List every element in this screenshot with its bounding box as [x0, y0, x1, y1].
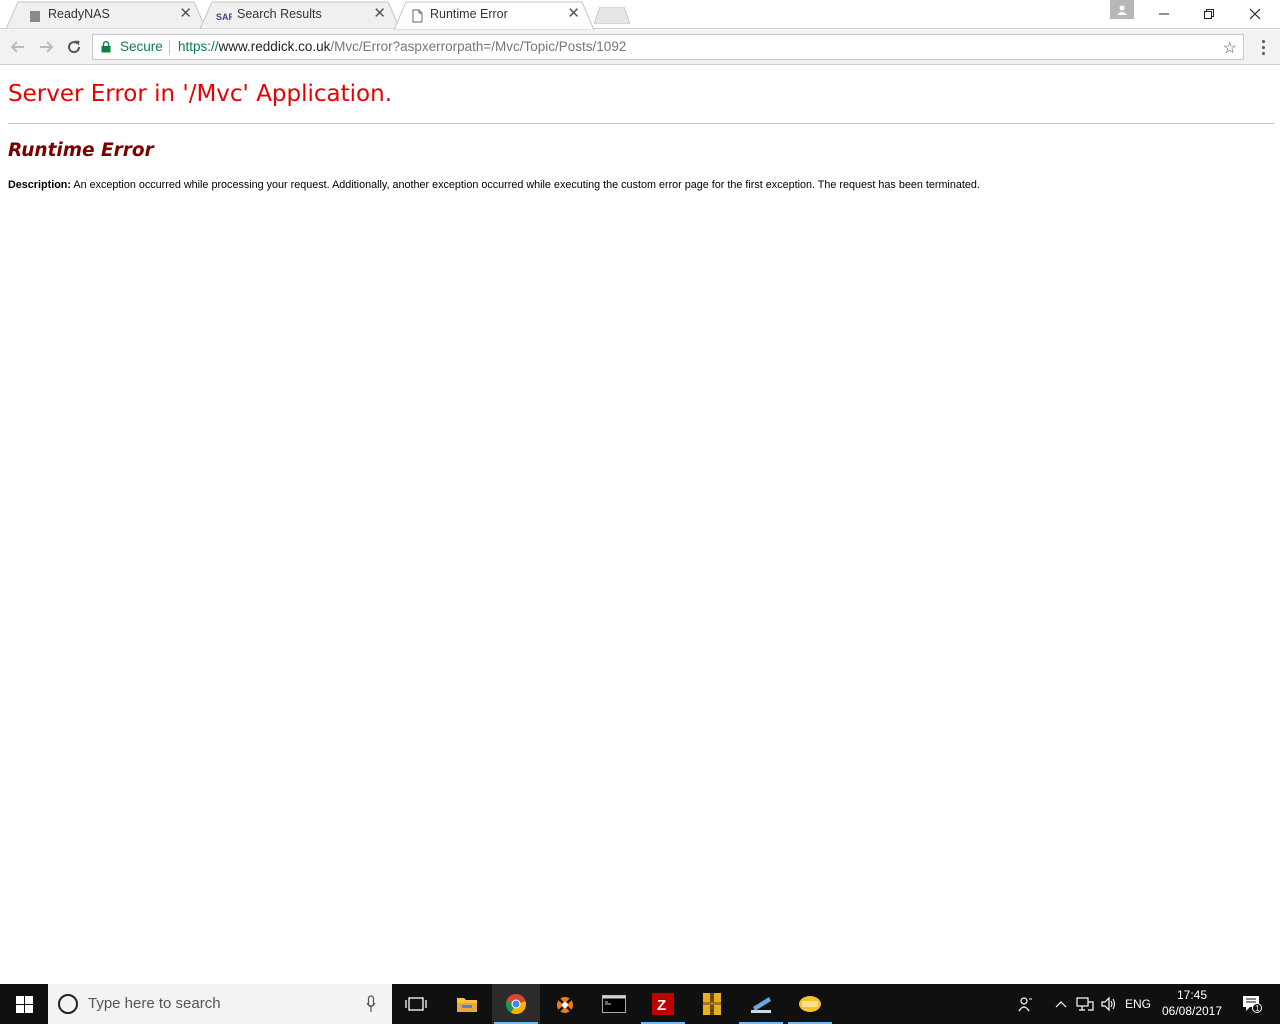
avast-taskbar-button[interactable] — [541, 984, 589, 1024]
filezilla-button[interactable]: Z — [639, 984, 687, 1024]
task-view-button[interactable] — [392, 984, 440, 1024]
remote-desktop-button[interactable] — [737, 984, 785, 1024]
restore-button[interactable] — [1186, 0, 1232, 28]
microphone-icon[interactable] — [366, 995, 376, 1013]
network-glyph — [1076, 997, 1094, 1011]
close-icon[interactable]: ✕ — [179, 6, 192, 22]
avast-icon — [556, 996, 574, 1014]
tab-title: ReadyNAS — [48, 7, 110, 21]
start-button[interactable] — [0, 984, 48, 1024]
menu-dot — [1261, 51, 1265, 55]
language-indicator[interactable]: ENG — [1122, 984, 1154, 1024]
url-domain: reddick.co.uk — [250, 39, 331, 54]
error-subtitle: Runtime Error — [8, 140, 154, 161]
notification-icon: 1 — [1243, 996, 1262, 1013]
command-prompt-icon — [602, 995, 626, 1013]
action-center-button[interactable]: 1 — [1232, 984, 1272, 1024]
saf-favicon: SAF — [216, 9, 235, 23]
chevron-up-icon[interactable] — [1050, 984, 1072, 1024]
mail-app-button[interactable] — [786, 984, 834, 1024]
back-button[interactable] — [7, 36, 29, 58]
tab-readynas[interactable]: ReadyNAS ✕ — [6, 1, 206, 29]
svg-text:SAF: SAF — [216, 12, 232, 22]
secure-label: Secure — [120, 39, 163, 54]
people-glyph — [1018, 997, 1032, 1012]
horizontal-rule — [8, 123, 1274, 124]
svg-text:Z: Z — [657, 997, 666, 1014]
close-icon[interactable]: ✕ — [373, 6, 386, 22]
tab-title: Runtime Error — [430, 7, 508, 21]
remote-desktop-icon — [751, 997, 771, 1013]
volume-icon[interactable] — [1098, 984, 1120, 1024]
network-icon[interactable] — [1074, 984, 1096, 1024]
clock-time: 17:45 — [1176, 988, 1208, 1002]
minimize-button[interactable] — [1141, 0, 1187, 28]
document-icon — [410, 9, 424, 23]
forward-button[interactable] — [35, 36, 57, 58]
clock-date: 06/08/2017 — [1161, 1004, 1223, 1018]
forward-arrow-icon — [40, 41, 54, 53]
page-title: Server Error in '/Mvc' Application. — [8, 81, 393, 107]
command-prompt-button[interactable] — [590, 984, 638, 1024]
address-bar[interactable]: Secure https://www.reddick.co.uk/Mvc/Err… — [92, 34, 1244, 60]
volume-glyph — [1101, 996, 1116, 1012]
menu-dot — [1261, 45, 1265, 49]
description-text: An exception occurred while processing y… — [73, 179, 980, 191]
tab-runtime-error[interactable]: Runtime Error ✕ — [394, 1, 594, 30]
close-icon — [1249, 8, 1261, 20]
profile-icon[interactable] — [1110, 0, 1134, 19]
error-description: Description: An exception occurred while… — [8, 179, 980, 191]
browser-toolbar: Secure https://www.reddick.co.uk/Mvc/Err… — [0, 30, 1280, 65]
search-placeholder: Type here to search — [88, 995, 221, 1012]
windows-logo-icon — [15, 995, 33, 1013]
omnibox-divider — [169, 40, 170, 55]
minimize-icon — [1159, 13, 1169, 15]
mail-app-icon — [799, 996, 821, 1012]
reload-button[interactable] — [63, 36, 85, 58]
close-window-button[interactable] — [1232, 0, 1278, 28]
file-explorer-icon — [457, 998, 477, 1012]
back-arrow-icon — [10, 41, 24, 53]
taskbar-search-box[interactable]: Type here to search — [48, 984, 392, 1024]
chrome-icon — [505, 994, 527, 1015]
windows-taskbar: Type here to search Z ENG 17:45 06/08/20… — [0, 984, 1280, 1024]
tab-title: Search Results — [237, 7, 322, 21]
url-host-prefix: www. — [218, 39, 251, 54]
winrar-icon — [703, 993, 721, 1015]
task-view-icon — [405, 997, 427, 1011]
tab-search-results[interactable]: SAF Search Results ✕ — [200, 1, 400, 29]
close-icon[interactable]: ✕ — [567, 6, 580, 22]
restore-icon — [1204, 9, 1214, 19]
people-icon[interactable] — [1013, 984, 1037, 1024]
cortana-icon — [58, 994, 78, 1014]
menu-dot — [1261, 39, 1265, 43]
winrar-button[interactable] — [688, 984, 736, 1024]
url-text[interactable]: https://www.reddick.co.uk/Mvc/Error?aspx… — [178, 39, 626, 54]
bookmark-star-icon[interactable]: ☆ — [1223, 38, 1237, 58]
readynas-favicon — [28, 9, 42, 23]
system-clock[interactable]: 17:45 06/08/2017 — [1158, 987, 1226, 1019]
file-explorer-button[interactable] — [443, 984, 491, 1024]
notification-count: 1 — [1255, 1004, 1260, 1013]
chrome-taskbar-button[interactable] — [492, 984, 540, 1024]
url-scheme: https:// — [178, 39, 219, 54]
tab-strip: ReadyNAS ✕ SAF Search Results ✕ Runtime … — [0, 0, 1280, 30]
filezilla-icon: Z — [652, 993, 674, 1015]
description-label: Description: — [8, 179, 71, 191]
page-content: Server Error in '/Mvc' Application. Runt… — [0, 66, 1280, 984]
reload-icon — [68, 40, 81, 54]
chrome-menu-button[interactable] — [1254, 36, 1272, 58]
chevron-glyph — [1055, 1001, 1067, 1008]
new-tab-button[interactable] — [594, 7, 630, 24]
lock-icon — [101, 41, 111, 53]
url-path: /Mvc/Error?aspxerrorpath=/Mvc/Topic/Post… — [330, 39, 627, 54]
